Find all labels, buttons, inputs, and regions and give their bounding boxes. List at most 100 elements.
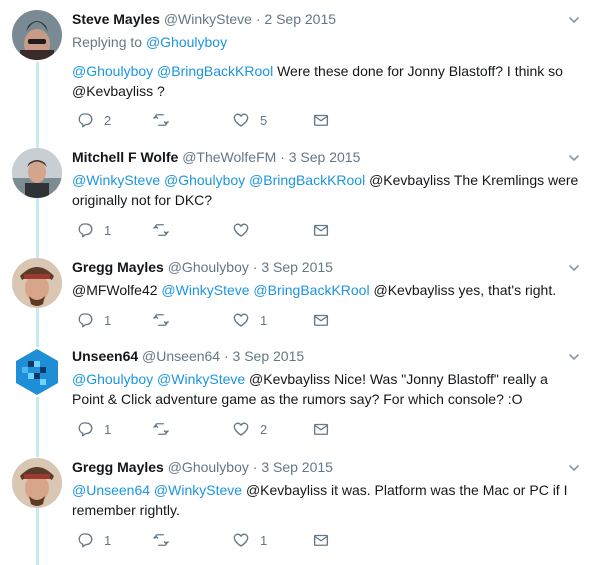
heart-icon — [232, 311, 250, 329]
reply-button[interactable]: 2 — [76, 110, 111, 130]
reply-count: 1 — [104, 532, 112, 548]
author-handle[interactable]: @Unseen64 — [142, 348, 220, 364]
author-handle[interactable]: @WinkySteve — [164, 11, 252, 27]
tweet-text: @MFWolfe42 @WinkySteve @BringBackKRool @… — [72, 280, 580, 300]
lead-text[interactable]: @MFWolfe42 — [72, 282, 161, 298]
like-button[interactable]: 2 — [232, 419, 267, 439]
chevron-down-icon[interactable] — [568, 14, 580, 26]
chevron-down-icon[interactable] — [568, 262, 580, 274]
author-name[interactable]: Unseen64 — [72, 348, 138, 364]
like-button[interactable]: 5 — [232, 110, 267, 130]
tweet-date[interactable]: 3 Sep 2015 — [261, 459, 333, 475]
reply-icon — [76, 420, 94, 438]
envelope-icon — [312, 531, 330, 549]
envelope-icon — [312, 311, 330, 329]
message-button[interactable] — [312, 220, 330, 240]
tweet-text: @Unseen64 @WinkySteve @Kevbayliss it was… — [72, 480, 580, 520]
chevron-down-icon[interactable] — [568, 351, 580, 363]
heart-icon — [232, 221, 250, 239]
heart-icon — [232, 531, 250, 549]
mentions[interactable]: @Ghoulyboy @WinkySteve — [72, 371, 245, 387]
tweet-actions: 2 5 — [72, 110, 352, 130]
like-count: 5 — [260, 112, 268, 128]
mentions[interactable]: @WinkySteve @BringBackKRool — [161, 282, 369, 298]
separator: · — [280, 149, 285, 165]
chevron-down-icon[interactable] — [568, 152, 580, 164]
reply-icon — [76, 311, 94, 329]
retweet-button[interactable] — [152, 310, 180, 330]
like-count: 1 — [260, 532, 268, 548]
author-name[interactable]: Mitchell F Wolfe — [72, 149, 178, 165]
tweet-actions: 1 — [72, 220, 352, 240]
like-button[interactable] — [232, 220, 260, 240]
replying-to-link[interactable]: @Ghoulyboy — [146, 34, 227, 50]
chevron-down-icon[interactable] — [568, 462, 580, 474]
reply-icon — [76, 111, 94, 129]
tweet-actions: 1 1 — [72, 530, 352, 550]
retweet-icon — [152, 111, 170, 129]
author-name[interactable]: Gregg Mayles — [72, 259, 164, 275]
message-button[interactable] — [312, 310, 330, 330]
tweet-date[interactable]: 3 Sep 2015 — [261, 259, 333, 275]
retweet-icon — [152, 531, 170, 549]
tweet[interactable]: Unseen64 @Unseen64 · 3 Sep 2015 @Ghoulyb… — [0, 347, 594, 447]
tweet-text: @Ghoulyboy @BringBackKRool Were these do… — [72, 61, 580, 101]
avatar-pixel-logo-icon[interactable] — [12, 347, 62, 397]
reply-button[interactable]: 1 — [76, 310, 111, 330]
author-handle[interactable]: @TheWolfeFM — [182, 149, 276, 165]
reply-icon — [76, 221, 94, 239]
retweet-button[interactable] — [152, 419, 180, 439]
message-button[interactable] — [312, 110, 330, 130]
avatar-mohawk-icon[interactable] — [12, 10, 62, 60]
message-button[interactable] — [312, 419, 330, 439]
mentions[interactable]: @Ghoulyboy @BringBackKRool — [72, 63, 273, 79]
avatar-pirate-icon[interactable] — [12, 258, 62, 308]
tweet-date[interactable]: 3 Sep 2015 — [233, 348, 305, 364]
tweet[interactable]: Gregg Mayles @Ghoulyboy · 3 Sep 2015 @MF… — [0, 258, 594, 338]
retweet-button[interactable] — [152, 220, 180, 240]
tweet-actions: 1 1 — [72, 310, 352, 330]
heart-icon — [232, 111, 250, 129]
avatar-pirate-icon[interactable] — [12, 458, 62, 508]
reply-count: 1 — [104, 421, 112, 437]
tweet[interactable]: Steve Mayles @WinkySteve · 2 Sep 2015 Re… — [0, 10, 594, 135]
tweet-actions: 1 2 — [72, 419, 352, 439]
tweet-text: @Ghoulyboy @WinkySteve @Kevbayliss Nice!… — [72, 369, 580, 409]
reply-count: 2 — [104, 112, 112, 128]
heart-icon — [232, 420, 250, 438]
like-button[interactable]: 1 — [232, 310, 267, 330]
retweet-icon — [152, 420, 170, 438]
author-handle[interactable]: @Ghoulyboy — [168, 459, 249, 475]
avatar-photo-icon[interactable] — [12, 148, 62, 198]
replying-prefix: Replying to — [72, 34, 143, 50]
like-count: 2 — [260, 421, 268, 437]
separator: · — [223, 348, 229, 364]
reply-button[interactable]: 1 — [76, 530, 111, 550]
tweet-date[interactable]: 3 Sep 2015 — [289, 149, 361, 165]
envelope-icon — [312, 111, 330, 129]
mentions[interactable]: @WinkySteve @Ghoulyboy @BringBackKRool — [72, 172, 365, 188]
author-name[interactable]: Steve Mayles — [72, 11, 160, 27]
separator: · — [252, 459, 258, 475]
tweet-header: Unseen64 @Unseen64 · 3 Sep 2015 — [72, 347, 580, 365]
retweet-button[interactable] — [152, 530, 180, 550]
tweet-header: Mitchell F Wolfe @TheWolfeFM · 3 Sep 201… — [72, 148, 580, 166]
reply-button[interactable]: 1 — [76, 220, 111, 240]
author-name[interactable]: Gregg Mayles — [72, 459, 164, 475]
tweet-text: @WinkySteve @Ghoulyboy @BringBackKRool @… — [72, 170, 580, 210]
author-handle[interactable]: @Ghoulyboy — [168, 259, 249, 275]
tweet-body: @Kevbayliss yes, that's right. — [369, 282, 557, 298]
like-button[interactable]: 1 — [232, 530, 267, 550]
reply-button[interactable]: 1 — [76, 419, 111, 439]
tweet[interactable]: Gregg Mayles @Ghoulyboy · 3 Sep 2015 @Un… — [0, 458, 594, 558]
envelope-icon — [312, 221, 330, 239]
tweet-date[interactable]: 2 Sep 2015 — [264, 11, 336, 27]
retweet-icon — [152, 311, 170, 329]
message-button[interactable] — [312, 530, 330, 550]
mentions[interactable]: @Unseen64 @WinkySteve — [72, 482, 242, 498]
retweet-button[interactable] — [152, 110, 180, 130]
retweet-icon — [152, 221, 170, 239]
separator: · — [252, 259, 258, 275]
like-count: 1 — [260, 312, 268, 328]
tweet[interactable]: Mitchell F Wolfe @TheWolfeFM · 3 Sep 201… — [0, 148, 594, 248]
